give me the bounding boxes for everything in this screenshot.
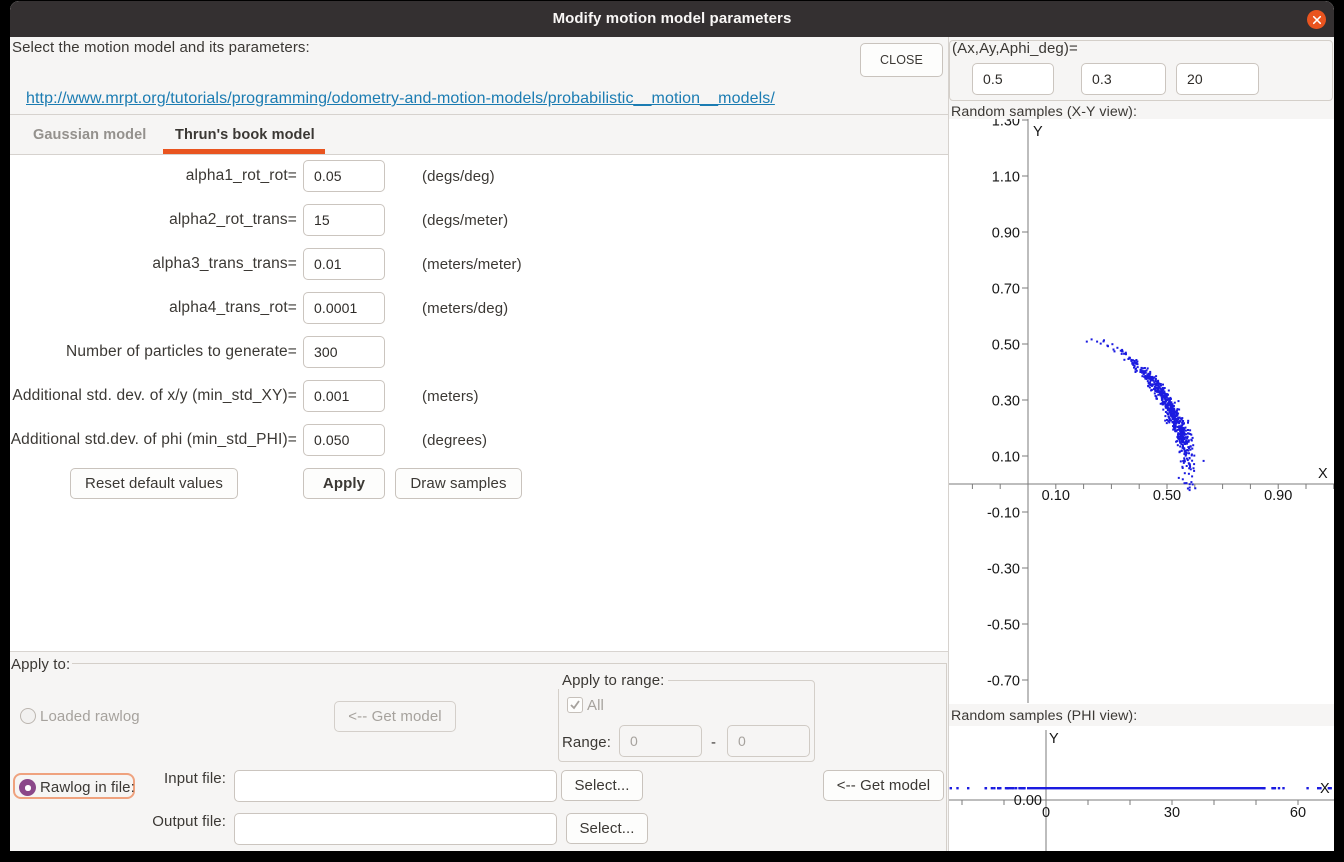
svg-text:0.10: 0.10 bbox=[992, 450, 1020, 466]
svg-text:-0.30: -0.30 bbox=[987, 562, 1020, 578]
svg-text:-0.70: -0.70 bbox=[987, 674, 1020, 690]
svg-text:30: 30 bbox=[1164, 805, 1180, 821]
svg-text:0.00: 0.00 bbox=[1014, 793, 1042, 809]
svg-text:0.50: 0.50 bbox=[992, 338, 1020, 354]
svg-text:0: 0 bbox=[1042, 805, 1050, 821]
svg-text:0.90: 0.90 bbox=[1264, 488, 1292, 504]
svg-text:-0.10: -0.10 bbox=[987, 506, 1020, 522]
svg-text:Y: Y bbox=[1033, 124, 1043, 140]
svg-text:1.30: 1.30 bbox=[992, 119, 1020, 130]
svg-text:0.10: 0.10 bbox=[1042, 488, 1070, 504]
svg-text:0.30: 0.30 bbox=[992, 394, 1020, 410]
svg-text:Y: Y bbox=[1049, 731, 1059, 747]
svg-text:0.50: 0.50 bbox=[1153, 488, 1181, 504]
svg-text:-0.50: -0.50 bbox=[987, 618, 1020, 634]
svg-text:X: X bbox=[1318, 466, 1328, 482]
svg-text:1.10: 1.10 bbox=[992, 170, 1020, 186]
svg-text:0.90: 0.90 bbox=[992, 226, 1020, 242]
svg-text:0.70: 0.70 bbox=[992, 282, 1020, 298]
svg-text:60: 60 bbox=[1290, 805, 1306, 821]
